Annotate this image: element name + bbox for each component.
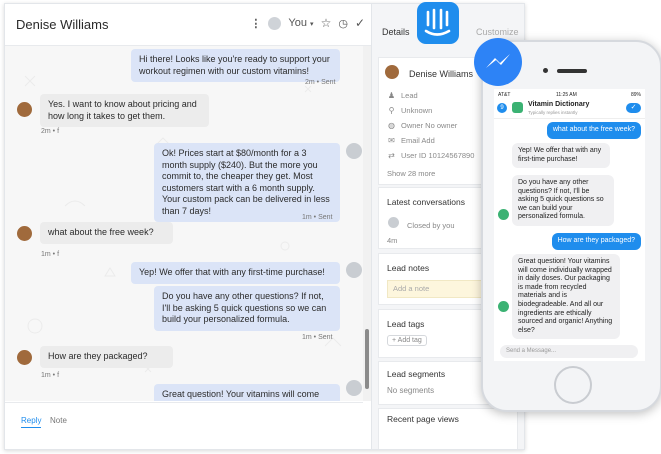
field-value: Unknown (401, 106, 433, 115)
user-avatar (17, 102, 32, 117)
message-meta: 2m • Sent (305, 79, 336, 86)
user-avatar (17, 226, 32, 241)
user-avatar (17, 350, 32, 365)
admin-message: Ok! Prices start at $80/month for a 3 mo… (154, 143, 340, 222)
lead-segments-title: Lead segments (387, 369, 446, 379)
thread-scrollbar[interactable] (363, 46, 371, 401)
composer-placeholder: Send a Message... (506, 348, 557, 354)
message-meta: 1m • f (41, 251, 60, 258)
conversation-title: Denise Williams (16, 17, 109, 32)
battery-label: 89% (630, 92, 641, 98)
add-note-placeholder: Add a note (393, 284, 430, 293)
scrollbar-thumb[interactable] (365, 329, 369, 389)
composer: Reply Note (5, 402, 363, 449)
contact-avatar (385, 65, 399, 79)
message-meta: 1m • Sent (302, 334, 333, 341)
message-meta: 1m • f (41, 372, 60, 379)
user-message: Yes. I want to know about pricing and ho… (40, 94, 209, 127)
user-message: what about the free week? (40, 222, 173, 244)
field-value: Owner No owner (401, 121, 458, 130)
field-type: ♟ Lead (387, 91, 418, 100)
email-icon: ✉ (388, 136, 395, 145)
field-location: ⚲ Unknown (387, 106, 433, 115)
field-owner[interactable]: ◍ Owner No owner (387, 121, 457, 130)
inbox-window: Denise Williams ⋮ You ▾ ☆ ◷ ✓ Hi there! … (4, 3, 525, 450)
snooze-clock-icon[interactable]: ◷ (338, 17, 348, 30)
contact-name: Denise Williams (409, 69, 474, 79)
status-time: 11:25 AM (556, 92, 577, 98)
phone-speaker (557, 69, 587, 73)
admin-avatar (346, 262, 362, 278)
conversation-time: 4m (387, 236, 398, 245)
person-icon: ♟ (387, 91, 396, 100)
bot-avatar (498, 301, 509, 312)
recent-page-views-title: Recent page views (387, 414, 459, 424)
location-icon: ⚲ (388, 106, 395, 115)
field-value: Email Add (401, 136, 435, 145)
userid-icon: ⇄ (388, 151, 395, 160)
tab-note[interactable]: Note (50, 416, 67, 425)
phone-bot-message: Great question! Your vitamins will come … (512, 254, 620, 340)
more-options-icon[interactable]: ⋮ (250, 17, 261, 30)
add-tag-button[interactable]: + Add tag (387, 335, 427, 346)
new-message-button[interactable]: ✓ (626, 103, 641, 113)
field-value: User ID 10124567890 (401, 151, 475, 160)
phone-bot-message: Yep! We offer that with any first-time p… (512, 143, 610, 169)
messenger-logo (474, 38, 522, 86)
conversation-avatar (388, 217, 399, 228)
admin-avatar (346, 380, 362, 396)
conversation-pane: Denise Williams ⋮ You ▾ ☆ ◷ ✓ Hi there! … (5, 4, 372, 449)
messenger-bolt-icon (486, 54, 510, 68)
intercom-logo-icon (424, 8, 451, 36)
phone-home-button[interactable] (554, 366, 592, 404)
header-actions: ⋮ You ▾ ☆ ◷ ✓ (250, 16, 365, 30)
tab-reply[interactable]: Reply (21, 416, 42, 428)
assignee-label: You (288, 17, 307, 29)
conversation-header: Denise Williams ⋮ You ▾ ☆ ◷ ✓ (5, 4, 371, 46)
phone-user-message: How are they packaged? (551, 233, 641, 250)
assignee-avatar (268, 16, 282, 30)
assignee-dropdown[interactable]: You ▾ (288, 17, 313, 29)
field-email[interactable]: ✉ Email Add (387, 136, 435, 145)
phone-user-message: what about the free week? (546, 122, 641, 139)
phone-bot-message: Do you have any other questions? If not,… (512, 175, 614, 226)
conversation-status[interactable]: Closed by you (407, 221, 455, 230)
carrier-label: AT&T (498, 92, 511, 98)
phone-composer[interactable]: Send a Message... (500, 345, 638, 358)
back-button[interactable]: 9 (497, 103, 507, 113)
lead-tags-title: Lead tags (387, 319, 425, 329)
latest-conversations-title: Latest conversations (387, 197, 465, 207)
phone-status-bar: AT&T 11:25 AM 89% (494, 89, 645, 99)
tab-customize[interactable]: Customize (476, 27, 519, 37)
phone-screen: AT&T 11:25 AM 89% 9 Vitamin Dictionary T… (494, 89, 645, 361)
message-thread: Hi there! Looks like you're ready to sup… (5, 46, 363, 401)
admin-avatar (346, 143, 362, 159)
app-subtitle: Typically replies instantly (528, 110, 578, 115)
admin-message: Great question! Your vitamins will come … (154, 384, 340, 401)
app-logo (512, 102, 523, 113)
field-value: Lead (401, 91, 418, 100)
message-meta: 2m • f (41, 128, 60, 135)
phone-camera (543, 68, 548, 73)
bot-avatar (498, 209, 509, 220)
intercom-logo (417, 2, 459, 44)
chevron-down-icon: ▾ (310, 21, 314, 28)
owner-icon: ◍ (388, 121, 395, 130)
close-conversation-check-icon[interactable]: ✓ (355, 16, 365, 30)
admin-message: Hi there! Looks like you're ready to sup… (131, 49, 340, 82)
messenger-header: 9 Vitamin Dictionary Typically replies i… (494, 99, 645, 119)
star-icon[interactable]: ☆ (321, 16, 332, 30)
show-more-link[interactable]: Show 28 more (387, 169, 435, 178)
back-count: 9 (500, 105, 504, 111)
field-user-id: ⇄ User ID 10124567890 (387, 151, 474, 160)
lead-segments-value: No segments (387, 386, 435, 395)
tab-details[interactable]: Details (382, 27, 410, 37)
admin-message: Yep! We offer that with any first-time p… (131, 262, 340, 284)
message-meta: 1m • Sent (302, 214, 333, 221)
app-title: Vitamin Dictionary (528, 101, 590, 108)
lead-notes-title: Lead notes (387, 263, 430, 273)
recent-page-views-card: Recent page views (378, 408, 518, 449)
admin-message: Do you have any other questions? If not,… (154, 286, 340, 331)
user-message: How are they packaged? (40, 346, 173, 368)
